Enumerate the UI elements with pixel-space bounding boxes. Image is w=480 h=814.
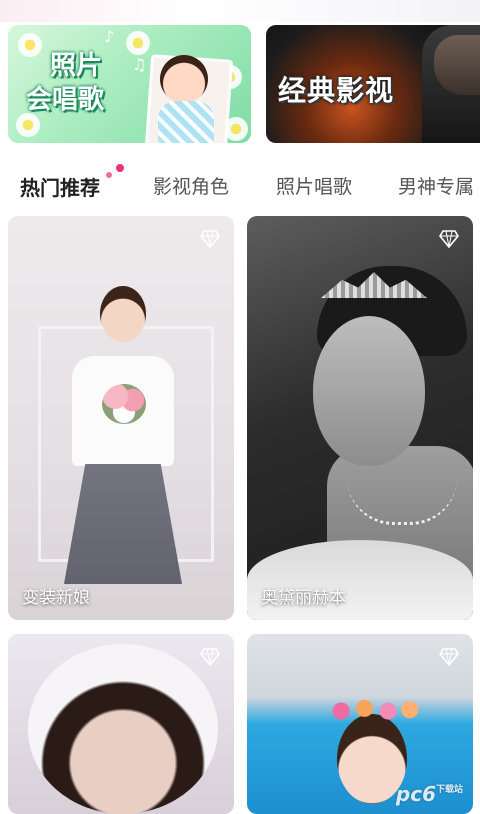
diamond-icon	[439, 230, 459, 248]
banner-title-line2: 会唱歌	[26, 85, 105, 115]
active-tab-dot	[116, 164, 124, 172]
watermark-sub: 下载站	[435, 785, 463, 795]
active-tab-dot	[106, 172, 112, 178]
template-card-bride-makeover[interactable]: 变装新娘	[8, 216, 234, 620]
card-bouquet	[102, 384, 146, 424]
tab-photo-sing[interactable]: 照片唱歌	[276, 172, 352, 199]
banner-photo-sing[interactable]: ♪ ♫ 照片 会唱歌	[8, 25, 251, 143]
template-card-audrey-hepburn[interactable]: 奥黛丽赫本	[247, 216, 473, 620]
banner-portrait-body	[158, 101, 214, 143]
diamond-icon	[439, 648, 459, 666]
music-note-icon: ♫	[132, 55, 147, 74]
banner-classic-film[interactable]: 经典影视	[266, 25, 480, 143]
banner-portrait	[160, 55, 208, 103]
card-portrait	[28, 644, 218, 814]
diamond-icon	[200, 230, 220, 248]
card-label: 奥黛丽赫本	[261, 588, 346, 608]
category-tabs: 热门推荐 影视角色 照片唱歌 男神专属	[0, 150, 480, 218]
banner-title-line1: 照片	[50, 51, 103, 81]
status-bar	[0, 0, 480, 22]
template-card[interactable]	[8, 634, 234, 814]
card-flower-crown	[327, 698, 421, 724]
diamond-icon	[200, 648, 220, 666]
card-label: 变装新娘	[22, 588, 90, 608]
tab-film-roles[interactable]: 影视角色	[153, 172, 229, 199]
watermark-text: pc6	[395, 782, 436, 806]
card-dress	[247, 540, 473, 620]
card-portrait	[313, 316, 425, 466]
template-card[interactable]: pc6下载站	[247, 634, 473, 814]
tab-hot-recommend[interactable]: 热门推荐	[20, 172, 100, 201]
banner-title: 经典影视	[278, 74, 395, 107]
watermark: pc6下载站	[396, 782, 463, 806]
music-note-icon: ♪	[104, 27, 115, 46]
card-portrait	[100, 286, 146, 342]
tab-male-god[interactable]: 男神专属	[398, 172, 474, 199]
banner-title: 照片 会唱歌	[22, 49, 132, 117]
